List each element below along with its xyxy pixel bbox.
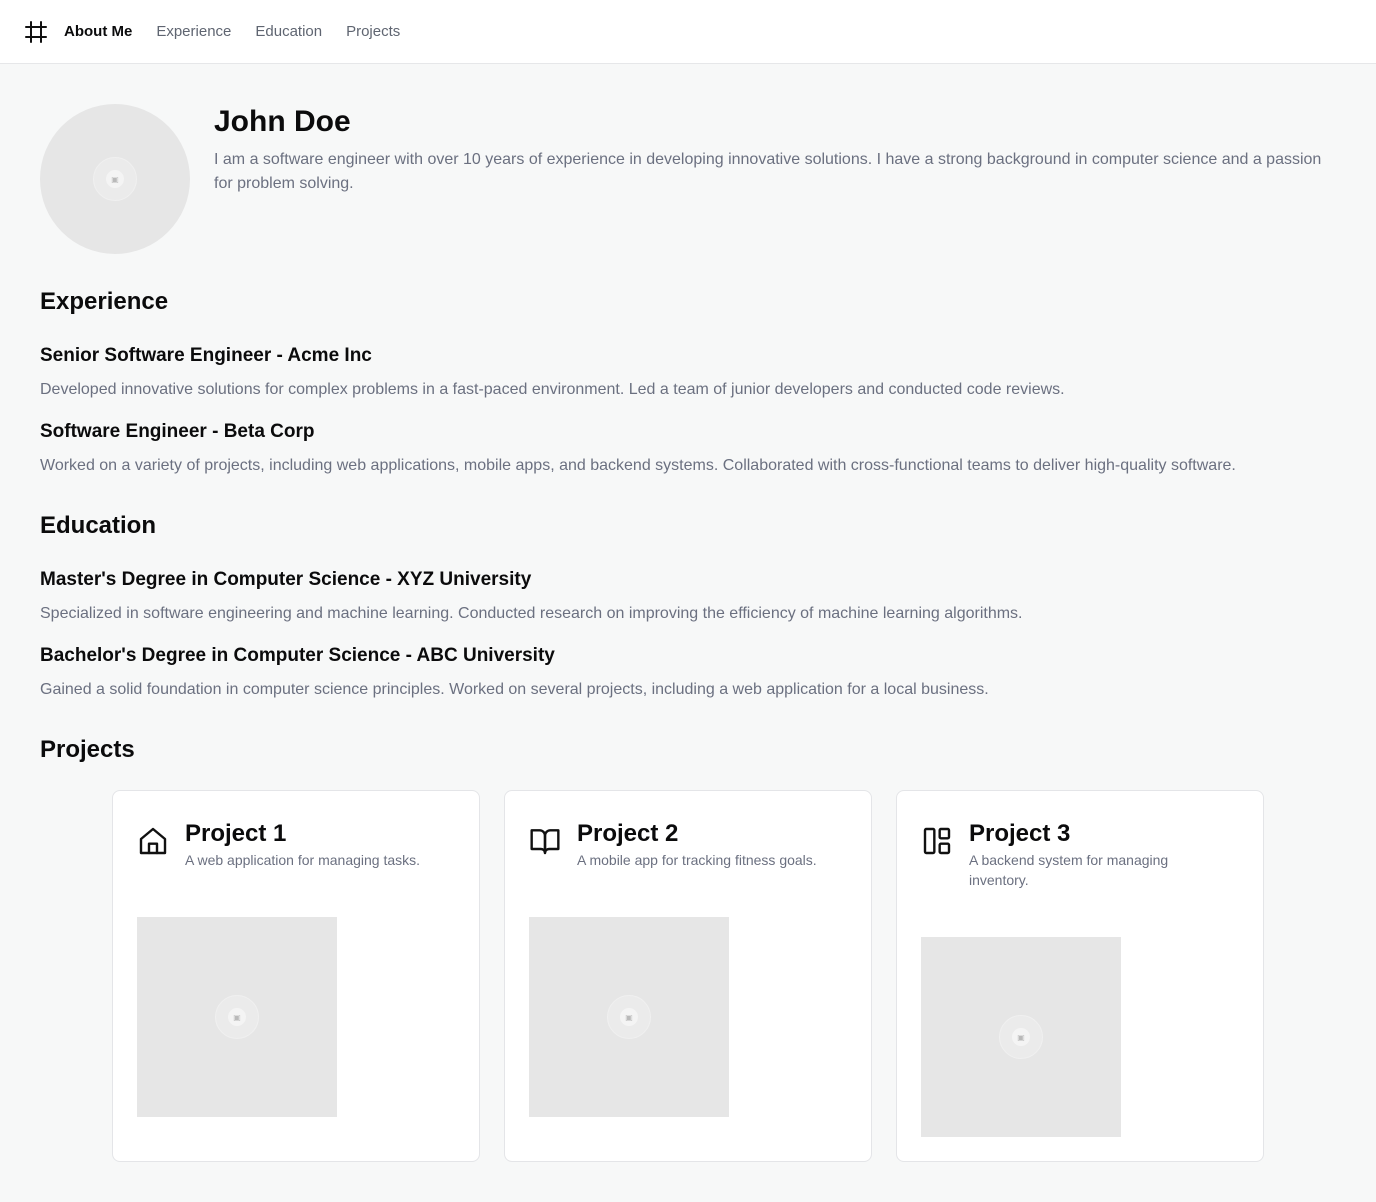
education-item-description: Gained a solid foundation in computer sc… — [40, 681, 989, 698]
profile-section: ▣ John Doe I am a software engineer with… — [40, 104, 1340, 254]
project-title: Project 3 — [969, 820, 1071, 847]
image-placeholder-icon: ▣ — [607, 995, 651, 1039]
project-description: A backend system for managing inventory. — [969, 852, 1169, 888]
profile-bio: I am a software engineer with over 10 ye… — [214, 151, 1322, 192]
project-card-3[interactable]: Project 3 A backend system for managing … — [896, 790, 1264, 1162]
project-description: A mobile app for tracking fitness goals. — [577, 852, 817, 868]
project-title: Project 1 — [185, 820, 287, 847]
project-description: A web application for managing tasks. — [185, 852, 421, 868]
image-placeholder-icon: ▣ — [93, 157, 137, 201]
layout-icon — [921, 825, 953, 857]
experience-item-description: Developed innovative solutions for compl… — [40, 381, 1065, 398]
project-title: Project 2 — [577, 820, 679, 847]
home-icon — [137, 825, 169, 857]
nav-link-education[interactable]: Education — [255, 23, 322, 40]
avatar: ▣ — [40, 104, 190, 254]
projects-heading: Projects — [40, 736, 135, 763]
book-open-icon — [529, 825, 561, 857]
education-item-title: Master's Degree in Computer Science - XY… — [40, 569, 532, 590]
education-heading: Education — [40, 512, 157, 539]
nav-link-projects[interactable]: Projects — [346, 23, 400, 40]
image-placeholder-icon: ▣ — [999, 1015, 1043, 1059]
image-placeholder-icon: ▣ — [215, 995, 259, 1039]
nav-link-experience[interactable]: Experience — [156, 23, 231, 40]
hash-grid-icon[interactable] — [24, 20, 48, 44]
education-item-description: Specialized in software engineering and … — [40, 605, 1023, 622]
top-navbar: About Me Experience Education Projects — [0, 0, 1376, 64]
experience-item-description: Worked on a variety of projects, includi… — [40, 457, 1236, 474]
experience-item-title: Software Engineer - Beta Corp — [40, 421, 315, 442]
experience-item-title: Senior Software Engineer - Acme Inc — [40, 345, 372, 366]
nav-link-about-me[interactable]: About Me — [64, 23, 132, 40]
experience-heading: Experience — [40, 288, 169, 315]
project-card-2[interactable]: Project 2 A mobile app for tracking fitn… — [504, 790, 872, 1162]
education-item-title: Bachelor's Degree in Computer Science - … — [40, 645, 555, 666]
project-card-1[interactable]: Project 1 A web application for managing… — [112, 790, 480, 1162]
project-image: ▣ — [137, 917, 337, 1117]
profile-name: John Doe — [214, 105, 351, 138]
project-image: ▣ — [921, 937, 1121, 1137]
project-image: ▣ — [529, 917, 729, 1117]
